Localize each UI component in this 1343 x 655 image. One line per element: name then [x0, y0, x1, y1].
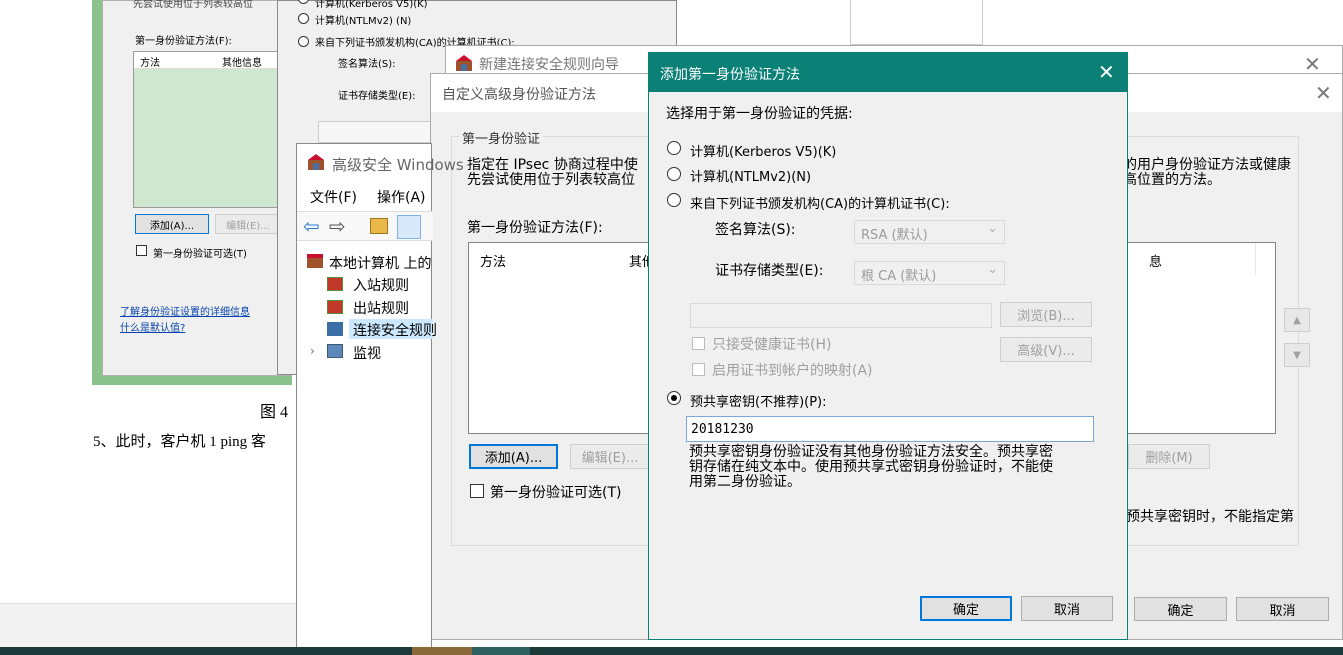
cert-mapping-checkbox[interactable]: [692, 363, 705, 376]
forward-arrow-icon[interactable]: ⇨: [329, 214, 346, 238]
radio-kerberos[interactable]: [667, 141, 681, 155]
menu-file[interactable]: 文件(F): [310, 187, 357, 207]
expand-chevron-icon[interactable]: ›: [310, 344, 315, 358]
firewall-icon: [455, 54, 473, 72]
cert-store-select[interactable]: 根 CA (默认): [854, 261, 1005, 285]
document-body-text: 5、此时，客户机 1 ping 客: [93, 434, 266, 450]
background-window-edge: [850, 0, 982, 45]
custom-col-divider: [1255, 243, 1256, 275]
taskbar: [0, 647, 1343, 655]
custom-optional-label: 第一身份验证可选(T): [490, 485, 622, 501]
figure-caption: 图 4: [260, 404, 289, 421]
tree-outbound[interactable]: 出站规则: [353, 298, 409, 318]
tree-root[interactable]: 本地计算机 上的: [329, 253, 431, 273]
bg-truncated-text: 先尝试使用位于列表较高位: [133, 0, 253, 10]
ok-button[interactable]: 确定: [920, 596, 1012, 621]
firewall-icon: [307, 254, 323, 268]
custom-cancel-button[interactable]: 取消: [1236, 597, 1329, 621]
opt-psk-label: 预共享密钥(不推荐)(P):: [690, 395, 827, 410]
psk-warning-line-3: 用第二身份验证。: [689, 474, 801, 490]
bg-radio-ca[interactable]: [298, 36, 309, 47]
browse-button[interactable]: 浏览(B)...: [1000, 302, 1092, 327]
ca-name-field[interactable]: [690, 303, 992, 328]
firewall-icon: [307, 153, 325, 171]
bg-optional-label: 第一身份验证可选(T): [153, 249, 247, 260]
radio-ca-cert[interactable]: [667, 193, 681, 207]
taskbar-item-2[interactable]: [472, 647, 530, 655]
move-down-button[interactable]: ▼: [1284, 343, 1310, 367]
bg-opt-kerberos: 计算机(Kerberos V5)(K): [315, 0, 428, 10]
bg-learn-link[interactable]: 了解身份验证设置的详细信息: [120, 303, 250, 318]
back-arrow-icon[interactable]: ⇦: [303, 214, 320, 238]
wizard-title: 新建连接安全规则向导: [479, 57, 619, 73]
bg-sig-label: 签名算法(S):: [338, 59, 396, 70]
add-auth-method-dialog: 添加第一身份验证方法 ✕ 选择用于第一身份验证的凭据: 计算机(Kerberos…: [648, 52, 1128, 640]
cert-store-label: 证书存储类型(E):: [715, 263, 824, 279]
custom-edit-button[interactable]: 编辑(E)...: [570, 444, 650, 469]
custom-col-method: 方法: [480, 255, 507, 270]
show-hide-tree-icon[interactable]: [397, 215, 421, 239]
health-cert-checkbox[interactable]: [692, 337, 705, 350]
document-footer-band: [0, 603, 300, 647]
bg-radio-ntlm[interactable]: [298, 13, 309, 24]
close-icon[interactable]: ✕: [1098, 60, 1115, 84]
tree-inbound[interactable]: 入站规则: [353, 275, 409, 295]
up-folder-icon[interactable]: [370, 218, 388, 234]
radio-preshared-key[interactable]: [667, 391, 681, 405]
mmc-console: 高级安全 Windows 文件(F) 操作(A) ⇦ ⇨ 本地计算机 上的 入站…: [296, 143, 464, 655]
preshared-key-input[interactable]: [686, 416, 1094, 442]
sig-algorithm-select[interactable]: RSA (默认): [854, 220, 1005, 244]
outbound-rules-icon: [327, 300, 343, 314]
custom-auth-close-icon[interactable]: ✕: [1315, 81, 1332, 105]
menu-action[interactable]: 操作(A): [377, 187, 426, 207]
custom-note-right: 预共享密钥时，不能指定第: [1126, 509, 1294, 525]
monitor-icon: [327, 344, 343, 358]
opt-ntlm-label: 计算机(NTLMv2)(N): [690, 170, 812, 185]
bg-radio-kerberos[interactable]: [298, 0, 309, 4]
auth-prompt: 选择用于第一身份验证的凭据:: [666, 106, 853, 122]
mmc-title: 高级安全 Windows: [332, 156, 464, 174]
cert-mapping-label: 启用证书到帐户的映射(A): [712, 363, 873, 379]
sig-algorithm-label: 签名算法(S):: [715, 222, 796, 238]
custom-delete-button[interactable]: 删除(M): [1128, 444, 1210, 469]
background-window-edge-2: [982, 0, 1343, 45]
radio-ntlm[interactable]: [667, 167, 681, 181]
tree-connection[interactable]: 连接安全规则: [353, 320, 437, 340]
move-up-button[interactable]: ▲: [1284, 308, 1310, 332]
psk-warning-line-2: 钥存储在纯文本中。使用预共享式密钥身份验证时，不能使: [689, 459, 1053, 475]
inbound-rules-icon: [327, 277, 343, 291]
advanced-button[interactable]: 高级(V)...: [1000, 337, 1092, 362]
psk-warning-line-1: 预共享密钥身份验证没有其他身份验证方法安全。预共享密: [689, 444, 1053, 460]
custom-optional-checkbox[interactable]: [470, 484, 484, 498]
health-cert-label: 只接受健康证书(H): [712, 337, 832, 353]
bg-default-link[interactable]: 什么是默认值?: [120, 319, 185, 334]
bg-methods-list: 方法 其他信息: [133, 51, 293, 208]
connection-security-icon: [327, 322, 343, 336]
custom-methods-label: 第一身份验证方法(F):: [467, 220, 603, 236]
bg-edit-button[interactable]: 编辑(E)...: [215, 214, 281, 234]
tree-monitor[interactable]: 监视: [353, 343, 381, 363]
bg-col-other: 其他信息: [222, 58, 262, 69]
bg-optional-checkbox[interactable]: [136, 245, 147, 256]
add-auth-title: 添加第一身份验证方法: [660, 67, 800, 83]
bg-methods-label: 第一身份验证方法(F):: [135, 36, 232, 47]
bg-store-label: 证书存储类型(E):: [338, 91, 416, 102]
bg-auth-dialog: 先尝试使用位于列表较高位 第一身份验证方法(F): 方法 其他信息 添加(A).…: [102, 0, 293, 376]
custom-desc-right-2: 高位置的方法。: [1123, 172, 1221, 188]
custom-desc-left-2: 先尝试使用位于列表较高位: [467, 172, 635, 188]
opt-kerberos-label: 计算机(Kerberos V5)(K): [690, 145, 837, 160]
custom-add-button[interactable]: 添加(A)...: [469, 444, 558, 469]
custom-ok-button[interactable]: 确定: [1134, 597, 1227, 621]
bg-opt-ntlm: 计算机(NTLMv2) (N): [315, 16, 412, 27]
bg-col-method: 方法: [140, 58, 160, 69]
custom-auth-title: 自定义高级身份验证方法: [442, 87, 596, 103]
opt-ca-label: 来自下列证书颁发机构(CA)的计算机证书(C):: [690, 197, 950, 212]
custom-col-other-right: 息: [1149, 255, 1163, 270]
first-auth-group-title: 第一身份验证: [459, 128, 544, 147]
taskbar-item[interactable]: [412, 647, 472, 655]
cancel-button[interactable]: 取消: [1021, 596, 1113, 621]
bg-add-button[interactable]: 添加(A)...: [135, 214, 209, 234]
add-auth-titlebar: 添加第一身份验证方法 ✕: [649, 53, 1127, 92]
